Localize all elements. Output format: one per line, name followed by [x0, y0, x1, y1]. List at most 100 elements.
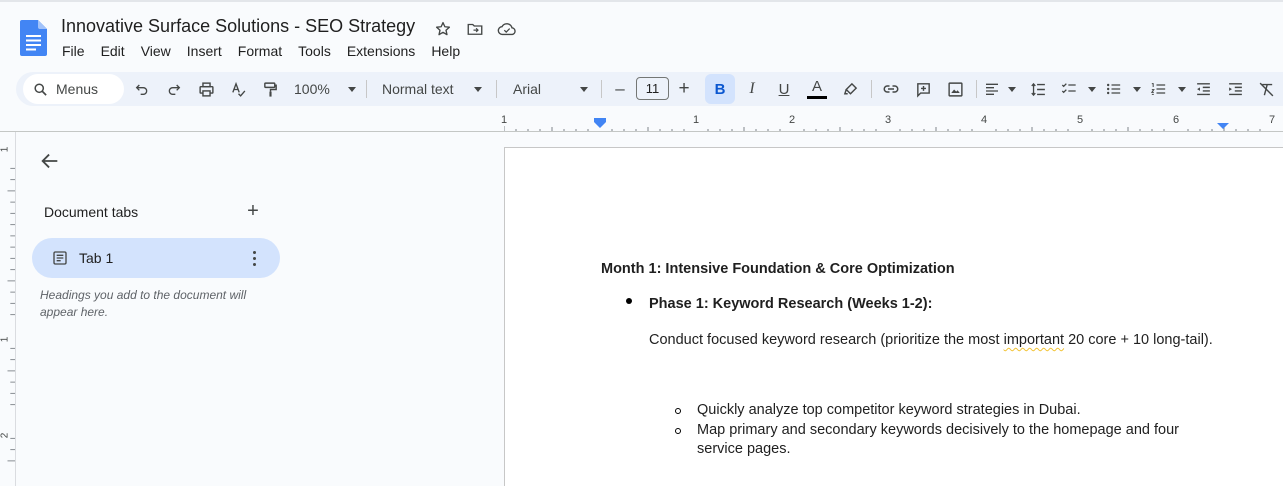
text-color-swatch: [807, 96, 827, 99]
ruler-label: 4: [981, 114, 988, 126]
insert-image-icon[interactable]: [945, 77, 965, 101]
document-title[interactable]: Innovative Surface Solutions - SEO Strat…: [61, 16, 415, 37]
ruler-label: 1: [693, 114, 700, 126]
undo-icon[interactable]: [132, 77, 152, 101]
chevron-down-icon: [1178, 86, 1186, 92]
tab-label: Tab 1: [79, 250, 114, 266]
sub-list-item: Map primary and secondary keywords decis…: [697, 422, 1179, 457]
chevron-down-icon: [1133, 86, 1141, 92]
chevron-down-icon: [1008, 86, 1016, 92]
paragraph-text: Conduct focused keyword research (priori…: [649, 332, 1004, 348]
menu-help[interactable]: Help: [423, 42, 468, 60]
star-icon[interactable]: [432, 18, 454, 40]
zoom-value: 100%: [294, 81, 330, 97]
text-color-label: A: [811, 78, 822, 95]
underline-button[interactable]: U: [774, 77, 794, 101]
font-size-input[interactable]: 11: [636, 77, 669, 100]
bulleted-list-select[interactable]: [1105, 77, 1141, 101]
formatting-toolbar: Menus 100% Normal text Arial – 11 + B I …: [16, 72, 1283, 106]
insert-link-icon[interactable]: [880, 77, 902, 101]
text-color-button[interactable]: A: [806, 77, 828, 101]
chevron-down-icon: [348, 86, 356, 92]
month-heading: Month 1: Intensive Foundation & Core Opt…: [601, 261, 955, 277]
toolbar-divider: [976, 80, 977, 98]
grammar-suggestion[interactable]: important: [1004, 332, 1064, 348]
paint-format-icon[interactable]: [260, 77, 280, 101]
outline-hint: Headings you add to the document will ap…: [40, 288, 247, 319]
decrease-indent-icon[interactable]: [1193, 77, 1213, 101]
chevron-down-icon: [1088, 86, 1096, 92]
add-comment-icon[interactable]: [913, 77, 933, 101]
sub-bullet-marker: [675, 408, 681, 414]
highlight-icon[interactable]: [840, 77, 860, 101]
align-select[interactable]: [984, 77, 1016, 101]
font-family-value: Arial: [513, 81, 542, 97]
menu-insert[interactable]: Insert: [179, 42, 230, 60]
body-paragraph: Conduct focused keyword research (priori…: [649, 332, 1213, 348]
paragraph-style-value: Normal text: [382, 81, 454, 97]
menu-bar: File Edit View Insert Format Tools Exten…: [54, 42, 468, 60]
ruler-label: 1: [0, 336, 11, 343]
tab-1[interactable]: Tab 1: [32, 238, 280, 278]
line-spacing-icon[interactable]: [1028, 77, 1048, 101]
toolbar-divider: [871, 80, 872, 98]
sub-bullet-marker: [675, 428, 681, 434]
ruler-label: 3: [885, 114, 892, 126]
ruler-label: 5: [1077, 114, 1084, 126]
menus-search-label: Menus: [56, 81, 99, 97]
document-tabs-sidebar: Document tabs + Tab 1 Headings you add t…: [17, 132, 504, 486]
docs-app: Innovative Surface Solutions - SEO Strat…: [0, 0, 1283, 486]
bold-button[interactable]: B: [705, 74, 735, 104]
paragraph-style-select[interactable]: Normal text: [382, 77, 482, 101]
spellcheck-icon[interactable]: [228, 77, 248, 101]
menu-tools[interactable]: Tools: [290, 42, 339, 60]
horizontal-ruler-labels: 1 1 2 3 4 5 6 7: [501, 114, 1283, 128]
ruler-label: 2: [789, 114, 796, 126]
ruler-label: 2: [0, 432, 11, 439]
menu-format[interactable]: Format: [230, 42, 290, 60]
numbered-list-icon: [1150, 83, 1166, 95]
document-page[interactable]: Month 1: Intensive Foundation & Core Opt…: [504, 147, 1283, 486]
cloud-saved-icon[interactable]: [496, 18, 518, 40]
align-left-icon: [986, 83, 998, 95]
chevron-down-icon: [580, 86, 588, 92]
zoom-select[interactable]: 100%: [294, 77, 356, 101]
search-icon: [34, 82, 47, 96]
font-family-select[interactable]: Arial: [513, 77, 588, 101]
menu-file[interactable]: File: [54, 42, 93, 60]
vertical-ruler-labels: 1 1 2: [0, 132, 14, 486]
bullet-marker: [626, 298, 632, 304]
chevron-down-icon: [474, 86, 482, 92]
decrease-font-size-button[interactable]: –: [610, 77, 630, 101]
move-folder-icon[interactable]: [464, 18, 486, 40]
phase-heading: Phase 1: Keyword Research (Weeks 1-2):: [649, 296, 933, 312]
menu-view[interactable]: View: [133, 42, 179, 60]
toolbar-divider: [601, 80, 602, 98]
ruler-label: 1: [0, 146, 11, 153]
menus-search-button[interactable]: Menus: [23, 74, 124, 104]
document-icon: [53, 251, 67, 265]
ruler-label: 1: [501, 114, 508, 126]
menu-edit[interactable]: Edit: [93, 42, 133, 60]
print-icon[interactable]: [196, 77, 216, 101]
checklist-icon: [1061, 83, 1076, 94]
menu-extensions[interactable]: Extensions: [339, 42, 423, 60]
back-arrow-icon[interactable]: [39, 150, 61, 172]
add-tab-button[interactable]: +: [243, 201, 263, 222]
paragraph-text: 20 core + 10 long-tail).: [1064, 332, 1213, 348]
title-bar: Innovative Surface Solutions - SEO Strat…: [0, 0, 1283, 66]
more-options-icon[interactable]: [244, 248, 264, 268]
ruler-label: 6: [1173, 114, 1180, 126]
increase-font-size-button[interactable]: +: [674, 77, 694, 101]
checklist-select[interactable]: [1060, 77, 1096, 101]
ruler-label: 7: [1269, 114, 1276, 126]
increase-indent-icon[interactable]: [1225, 77, 1245, 101]
sub-list-item: Quickly analyze top competitor keyword s…: [697, 402, 1081, 418]
bulleted-list-icon: [1106, 83, 1121, 95]
clear-formatting-icon[interactable]: [1256, 77, 1276, 101]
numbered-list-select[interactable]: [1150, 77, 1186, 101]
docs-logo-icon[interactable]: [20, 20, 47, 56]
toolbar-divider: [366, 80, 367, 98]
redo-icon[interactable]: [164, 77, 184, 101]
italic-button[interactable]: I: [742, 77, 762, 101]
